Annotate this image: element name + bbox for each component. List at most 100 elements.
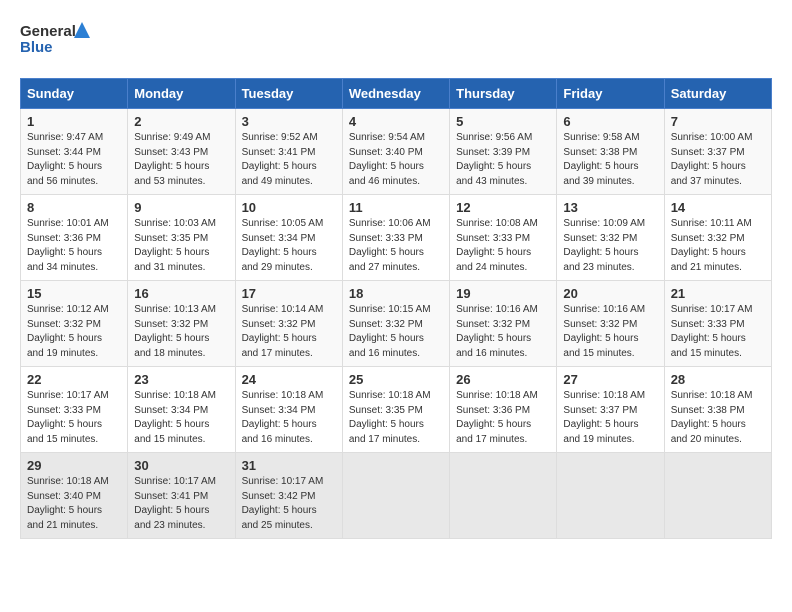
day-number: 9 bbox=[134, 200, 228, 215]
calendar-week-row: 15 Sunrise: 10:12 AMSunset: 3:32 PMDaylig… bbox=[21, 281, 772, 367]
day-info: Sunrise: 10:18 AMSunset: 3:40 PMDaylight… bbox=[27, 475, 121, 533]
day-info: Sunrise: 10:15 AMSunset: 3:32 PMDaylight… bbox=[349, 303, 443, 361]
calendar-cell: 12 Sunrise: 10:08 AMSunset: 3:33 PMDaylig… bbox=[450, 195, 557, 281]
calendar-header-thursday: Thursday bbox=[450, 79, 557, 109]
day-info: Sunrise: 10:18 AMSunset: 3:36 PMDaylight… bbox=[456, 389, 550, 447]
day-number: 23 bbox=[134, 372, 228, 387]
day-info: Sunrise: 9:56 AMSunset: 3:39 PMDaylight:… bbox=[456, 131, 550, 189]
day-info: Sunrise: 10:00 AMSunset: 3:37 PMDaylight… bbox=[671, 131, 765, 189]
calendar-cell: 17Sunrise: 10:14 AMSunset: 3:32 PMDaylig… bbox=[235, 281, 342, 367]
day-number: 29 bbox=[27, 458, 121, 473]
day-info: Sunrise: 10:12 AMSunset: 3:32 PMDaylight… bbox=[27, 303, 121, 361]
calendar-cell bbox=[664, 453, 771, 539]
day-info: Sunrise: 9:49 AMSunset: 3:43 PMDaylight:… bbox=[134, 131, 228, 189]
calendar-cell: 3 Sunrise: 9:52 AMSunset: 3:41 PMDaylight… bbox=[235, 109, 342, 195]
day-info: Sunrise: 10:06 AMSunset: 3:33 PMDaylight… bbox=[349, 217, 443, 275]
calendar-cell: 22 Sunrise: 10:17 AMSunset: 3:33 PMDaylig… bbox=[21, 367, 128, 453]
day-number: 31 bbox=[242, 458, 336, 473]
calendar-header-wednesday: Wednesday bbox=[342, 79, 449, 109]
day-number: 21 bbox=[671, 286, 765, 301]
day-number: 14 bbox=[671, 200, 765, 215]
day-number: 26 bbox=[456, 372, 550, 387]
day-info: Sunrise: 9:52 AMSunset: 3:41 PMDaylight:… bbox=[242, 131, 336, 189]
day-info: Sunrise: 10:05 AMSunset: 3:34 PMDaylight… bbox=[242, 217, 336, 275]
day-info: Sunrise: 10:16 AMSunset: 3:32 PMDaylight… bbox=[563, 303, 657, 361]
logo-svg: General Blue bbox=[20, 20, 90, 62]
calendar-cell: 2 Sunrise: 9:49 AMSunset: 3:43 PMDaylight… bbox=[128, 109, 235, 195]
svg-text:Blue: Blue bbox=[20, 39, 53, 56]
day-info: Sunrise: 9:58 AMSunset: 3:38 PMDaylight:… bbox=[563, 131, 657, 189]
calendar-cell: 4 Sunrise: 9:54 AMSunset: 3:40 PMDaylight… bbox=[342, 109, 449, 195]
calendar-header-friday: Friday bbox=[557, 79, 664, 109]
calendar-week-row: 22 Sunrise: 10:17 AMSunset: 3:33 PMDaylig… bbox=[21, 367, 772, 453]
day-number: 25 bbox=[349, 372, 443, 387]
day-number: 2 bbox=[134, 114, 228, 129]
calendar-cell: 29 Sunrise: 10:18 AMSunset: 3:40 PMDaylig… bbox=[21, 453, 128, 539]
calendar-header-saturday: Saturday bbox=[664, 79, 771, 109]
calendar-week-row: 1Sunrise: 9:47 AMSunset: 3:44 PMDaylight… bbox=[21, 109, 772, 195]
calendar-cell: 25 Sunrise: 10:18 AMSunset: 3:35 PMDaylig… bbox=[342, 367, 449, 453]
day-info: Sunrise: 10:03 AMSunset: 3:35 PMDaylight… bbox=[134, 217, 228, 275]
calendar-cell: 7Sunrise: 10:00 AMSunset: 3:37 PMDayligh… bbox=[664, 109, 771, 195]
calendar-cell: 5 Sunrise: 9:56 AMSunset: 3:39 PMDaylight… bbox=[450, 109, 557, 195]
calendar-table: SundayMondayTuesdayWednesdayThursdayFrid… bbox=[20, 78, 772, 539]
day-info: Sunrise: 9:54 AMSunset: 3:40 PMDaylight:… bbox=[349, 131, 443, 189]
calendar-cell: 21 Sunrise: 10:17 AMSunset: 3:33 PMDaylig… bbox=[664, 281, 771, 367]
day-number: 4 bbox=[349, 114, 443, 129]
day-number: 1 bbox=[27, 114, 121, 129]
day-info: Sunrise: 10:14 AMSunset: 3:32 PMDaylight… bbox=[242, 303, 336, 361]
day-info: Sunrise: 10:01 AMSunset: 3:36 PMDaylight… bbox=[27, 217, 121, 275]
day-number: 27 bbox=[563, 372, 657, 387]
calendar-cell: 20 Sunrise: 10:16 AMSunset: 3:32 PMDaylig… bbox=[557, 281, 664, 367]
day-number: 8 bbox=[27, 200, 121, 215]
calendar-header-tuesday: Tuesday bbox=[235, 79, 342, 109]
day-info: Sunrise: 10:08 AMSunset: 3:33 PMDaylight… bbox=[456, 217, 550, 275]
day-number: 30 bbox=[134, 458, 228, 473]
calendar-cell: 11 Sunrise: 10:06 AMSunset: 3:33 PMDaylig… bbox=[342, 195, 449, 281]
day-info: Sunrise: 10:18 AMSunset: 3:38 PMDaylight… bbox=[671, 389, 765, 447]
day-info: Sunrise: 10:18 AMSunset: 3:35 PMDaylight… bbox=[349, 389, 443, 447]
calendar-cell bbox=[342, 453, 449, 539]
calendar-cell: 26 Sunrise: 10:18 AMSunset: 3:36 PMDaylig… bbox=[450, 367, 557, 453]
day-info: Sunrise: 10:18 AMSunset: 3:34 PMDaylight… bbox=[242, 389, 336, 447]
day-number: 18 bbox=[349, 286, 443, 301]
day-number: 5 bbox=[456, 114, 550, 129]
day-number: 24 bbox=[242, 372, 336, 387]
day-number: 10 bbox=[242, 200, 336, 215]
day-number: 22 bbox=[27, 372, 121, 387]
calendar-cell: 15 Sunrise: 10:12 AMSunset: 3:32 PMDaylig… bbox=[21, 281, 128, 367]
calendar-week-row: 29 Sunrise: 10:18 AMSunset: 3:40 PMDaylig… bbox=[21, 453, 772, 539]
calendar-header-row: SundayMondayTuesdayWednesdayThursdayFrid… bbox=[21, 79, 772, 109]
day-number: 28 bbox=[671, 372, 765, 387]
day-number: 15 bbox=[27, 286, 121, 301]
calendar-cell: 31Sunrise: 10:17 AMSunset: 3:42 PMDaylig… bbox=[235, 453, 342, 539]
day-info: Sunrise: 10:09 AMSunset: 3:32 PMDaylight… bbox=[563, 217, 657, 275]
day-number: 19 bbox=[456, 286, 550, 301]
calendar-cell: 19 Sunrise: 10:16 AMSunset: 3:32 PMDaylig… bbox=[450, 281, 557, 367]
calendar-cell: 27Sunrise: 10:18 AMSunset: 3:37 PMDaylig… bbox=[557, 367, 664, 453]
calendar-cell: 10 Sunrise: 10:05 AMSunset: 3:34 PMDaylig… bbox=[235, 195, 342, 281]
day-number: 3 bbox=[242, 114, 336, 129]
day-number: 16 bbox=[134, 286, 228, 301]
calendar-cell: 24 Sunrise: 10:18 AMSunset: 3:34 PMDaylig… bbox=[235, 367, 342, 453]
day-info: Sunrise: 10:16 AMSunset: 3:32 PMDaylight… bbox=[456, 303, 550, 361]
calendar-cell: 8 Sunrise: 10:01 AMSunset: 3:36 PMDayligh… bbox=[21, 195, 128, 281]
page-header: General Blue bbox=[20, 20, 772, 62]
day-number: 20 bbox=[563, 286, 657, 301]
calendar-body: 1Sunrise: 9:47 AMSunset: 3:44 PMDaylight… bbox=[21, 109, 772, 539]
day-number: 13 bbox=[563, 200, 657, 215]
day-info: Sunrise: 10:17 AMSunset: 3:41 PMDaylight… bbox=[134, 475, 228, 533]
day-number: 12 bbox=[456, 200, 550, 215]
day-info: Sunrise: 10:13 AMSunset: 3:32 PMDaylight… bbox=[134, 303, 228, 361]
day-info: Sunrise: 10:17 AMSunset: 3:33 PMDaylight… bbox=[671, 303, 765, 361]
svg-text:General: General bbox=[20, 23, 76, 40]
day-info: Sunrise: 10:18 AMSunset: 3:34 PMDaylight… bbox=[134, 389, 228, 447]
calendar-week-row: 8 Sunrise: 10:01 AMSunset: 3:36 PMDayligh… bbox=[21, 195, 772, 281]
day-info: Sunrise: 10:17 AMSunset: 3:33 PMDaylight… bbox=[27, 389, 121, 447]
calendar-cell: 1Sunrise: 9:47 AMSunset: 3:44 PMDaylight… bbox=[21, 109, 128, 195]
day-number: 11 bbox=[349, 200, 443, 215]
calendar-cell: 23 Sunrise: 10:18 AMSunset: 3:34 PMDaylig… bbox=[128, 367, 235, 453]
calendar-header-sunday: Sunday bbox=[21, 79, 128, 109]
day-info: Sunrise: 10:11 AMSunset: 3:32 PMDaylight… bbox=[671, 217, 765, 275]
logo: General Blue bbox=[20, 20, 90, 62]
